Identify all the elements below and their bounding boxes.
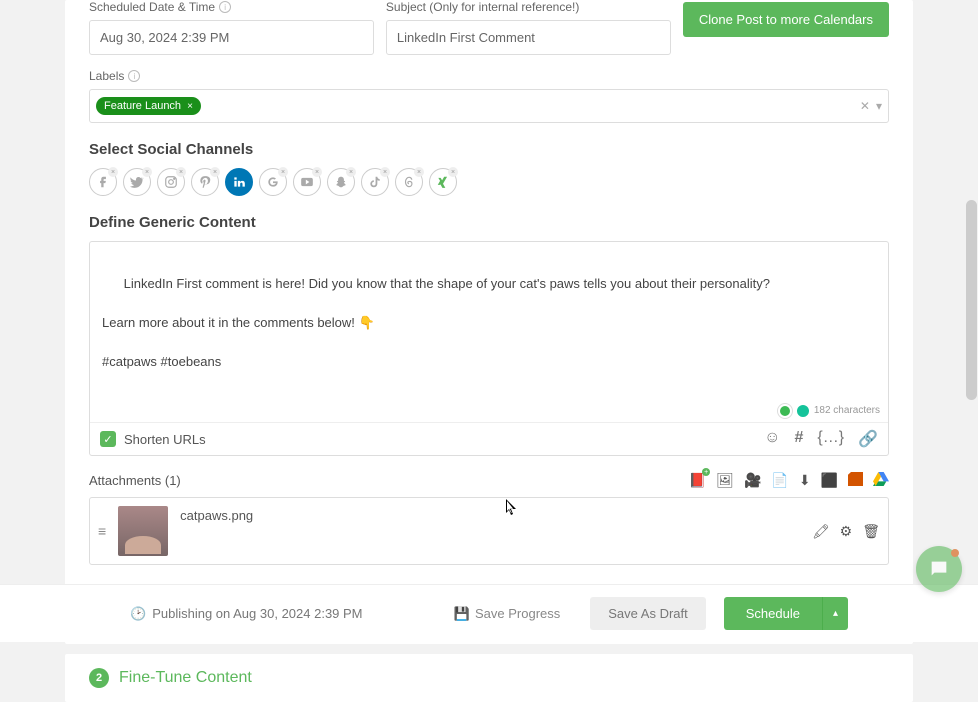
shorten-label: Shorten URLs	[124, 432, 206, 447]
schedule-dropdown[interactable]: ▴	[822, 597, 848, 630]
channel-youtube[interactable]: ×	[293, 168, 321, 196]
schedule-button[interactable]: Schedule	[724, 597, 822, 630]
publishing-text: Publishing on Aug 30, 2024 2:39 PM	[152, 606, 362, 621]
attachment-thumbnail[interactable]	[118, 506, 168, 556]
fine-tune-section[interactable]: 2 Fine-Tune Content	[65, 654, 913, 702]
file-icon[interactable]: 📄	[771, 472, 788, 489]
subject-label: Subject (Only for internal reference!)	[386, 0, 671, 14]
char-counter: 182 characters	[778, 403, 880, 418]
footer-bar: 🕑 Publishing on Aug 30, 2024 2:39 PM 💾 S…	[0, 584, 978, 642]
chat-widget[interactable]	[916, 546, 962, 592]
clear-icon[interactable]: ✕	[860, 99, 870, 113]
save-draft-button[interactable]: Save As Draft	[590, 597, 705, 630]
attachment-item: ≡ catpaws.png 🖍 ⚙ 🗑	[89, 497, 889, 565]
content-textarea[interactable]: LinkedIn First comment is here! Did you …	[90, 242, 888, 422]
document-icon[interactable]	[848, 472, 863, 489]
book-icon[interactable]: +📕	[689, 472, 706, 489]
labels-label: Labels i	[89, 69, 889, 83]
channel-xing[interactable]: ×	[429, 168, 457, 196]
compose-card: Scheduled Date & Time i Subject (Only fo…	[65, 0, 913, 644]
channel-tiktok[interactable]: ×	[361, 168, 389, 196]
hashtag-icon[interactable]: #	[794, 429, 803, 449]
channel-threads[interactable]: ×	[395, 168, 423, 196]
channels-row: × × × × × × × × × ×	[89, 168, 889, 196]
channel-instagram[interactable]: ×	[157, 168, 185, 196]
label-chip: Feature Launch ×	[96, 97, 201, 115]
step-number: 2	[89, 668, 109, 688]
channels-title: Select Social Channels	[89, 141, 889, 158]
subject-input[interactable]	[386, 20, 671, 55]
channel-snapchat[interactable]: ×	[327, 168, 355, 196]
shorten-urls-toggle[interactable]: ✓ Shorten URLs	[100, 431, 206, 447]
drag-handle-icon[interactable]: ≡	[98, 523, 106, 539]
delete-icon[interactable]: 🗑	[862, 523, 880, 540]
grammarly-icon[interactable]	[778, 404, 792, 418]
info-icon[interactable]: i	[219, 1, 231, 13]
scrollbar[interactable]	[964, 0, 978, 605]
link-icon[interactable]: 🔗	[858, 429, 878, 449]
checkbox-checked-icon: ✓	[100, 431, 116, 447]
content-title: Define Generic Content	[89, 214, 889, 231]
fine-tune-label: Fine-Tune Content	[119, 669, 252, 687]
image-icon[interactable]: 🖼	[716, 472, 734, 489]
attachments-title: Attachments (1)	[89, 473, 181, 488]
attachment-filename: catpaws.png	[180, 506, 800, 523]
gdrive-icon[interactable]	[873, 472, 889, 489]
emoji-icon[interactable]: ☺	[764, 429, 780, 449]
content-box: LinkedIn First comment is here! Did you …	[89, 241, 889, 456]
channel-twitter[interactable]: ×	[123, 168, 151, 196]
grammarly-icon-2[interactable]	[796, 404, 810, 418]
scrollbar-thumb[interactable]	[966, 200, 977, 400]
save-icon: 💾	[454, 606, 470, 622]
channel-pinterest[interactable]: ×	[191, 168, 219, 196]
channel-facebook[interactable]: ×	[89, 168, 117, 196]
settings-icon[interactable]: ⚙	[840, 523, 853, 540]
snippet-icon[interactable]: {…}	[817, 429, 844, 449]
channel-linkedin[interactable]	[225, 168, 253, 196]
info-icon[interactable]: i	[128, 70, 140, 82]
chip-remove-icon[interactable]: ×	[187, 101, 193, 112]
clock-icon: 🕑	[130, 606, 146, 622]
chevron-down-icon[interactable]: ▾	[876, 99, 882, 113]
channel-google[interactable]: ×	[259, 168, 287, 196]
clone-button[interactable]: Clone Post to more Calendars	[683, 2, 889, 37]
scheduled-input[interactable]	[89, 20, 374, 55]
chip-text: Feature Launch	[104, 100, 181, 112]
unsplash-icon[interactable]: ⬛	[821, 472, 838, 489]
edit-image-icon[interactable]: 🖍	[812, 523, 830, 540]
scheduled-label: Scheduled Date & Time i	[89, 0, 374, 14]
video-icon[interactable]: 🎥	[744, 472, 761, 489]
download-icon[interactable]: ⬇	[799, 472, 811, 489]
save-progress-button[interactable]: 💾 Save Progress	[442, 598, 572, 630]
labels-input[interactable]: Feature Launch × ✕ ▾	[89, 89, 889, 123]
